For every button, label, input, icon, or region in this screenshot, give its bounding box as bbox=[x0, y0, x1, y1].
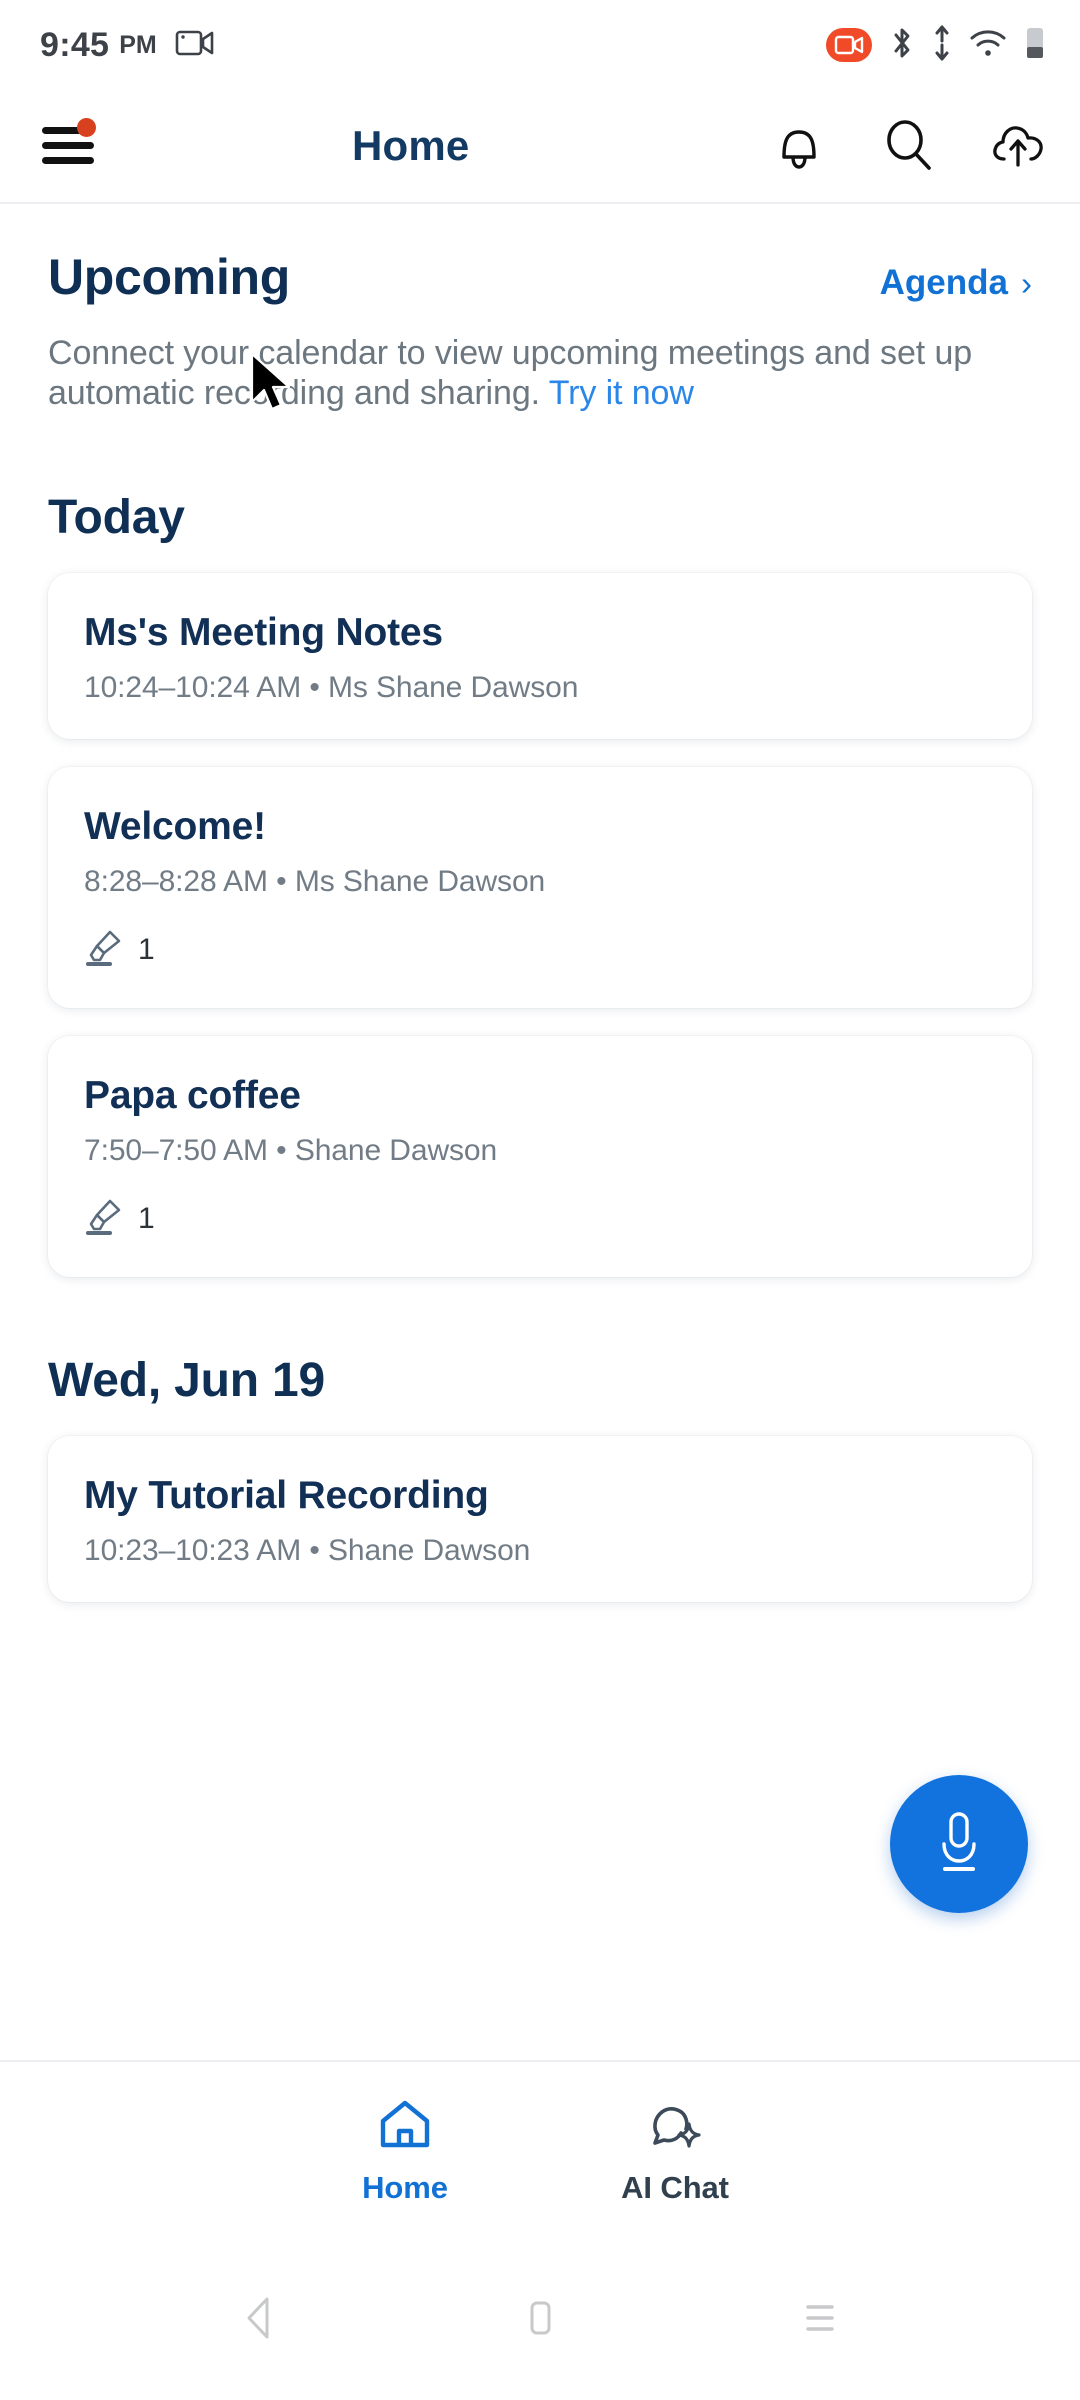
battery-icon bbox=[1024, 25, 1046, 66]
app-bar: Home bbox=[0, 90, 1080, 202]
card-subtitle: 10:24–10:24 AM • Ms Shane Dawson bbox=[84, 670, 579, 704]
section-heading-date: Wed, Jun 19 bbox=[48, 1353, 325, 1407]
microphone-icon bbox=[928, 1806, 990, 1883]
data-transfer-icon bbox=[932, 25, 952, 66]
record-fab-button[interactable] bbox=[890, 1775, 1028, 1913]
wifi-icon bbox=[969, 28, 1007, 63]
bluetooth-icon bbox=[889, 25, 915, 66]
card-subtitle: 10:23–10:23 AM • Shane Dawson bbox=[84, 1533, 531, 1567]
status-ampm: PM bbox=[119, 30, 157, 59]
highlighter-icon bbox=[84, 1196, 124, 1243]
meeting-card[interactable]: Papa coffee 7:50–7:50 AM • Shane Dawson … bbox=[48, 1035, 1032, 1277]
meeting-card[interactable]: Ms's Meeting Notes 10:24–10:24 AM • Ms S… bbox=[48, 572, 1032, 739]
upcoming-blurb: Connect your calendar to view upcoming m… bbox=[48, 334, 1008, 414]
home-square-icon[interactable] bbox=[517, 2293, 563, 2348]
screen-record-badge-icon bbox=[826, 28, 872, 62]
card-subtitle: 8:28–8:28 AM • Ms Shane Dawson bbox=[84, 864, 546, 898]
bottom-navigation: Home AI Chat bbox=[0, 2060, 1080, 2240]
nav-label-home: Home bbox=[362, 2169, 448, 2205]
system-navigation-bar bbox=[0, 2240, 1080, 2400]
main-content: Upcoming Agenda › Connect your calendar … bbox=[0, 248, 1080, 1602]
page-title: Home bbox=[352, 122, 470, 169]
try-it-now-link[interactable]: Try it now bbox=[549, 374, 694, 412]
agenda-label: Agenda bbox=[879, 263, 1008, 302]
upcoming-header-row: Upcoming Agenda › bbox=[48, 248, 1032, 306]
back-triangle-icon[interactable] bbox=[237, 2293, 283, 2348]
card-title: Ms's Meeting Notes bbox=[84, 610, 443, 654]
highlight-count: 1 bbox=[138, 933, 155, 967]
app-bar-actions bbox=[768, 115, 1050, 177]
highlight-count: 1 bbox=[138, 1202, 155, 1236]
home-icon bbox=[375, 2097, 435, 2158]
video-camera-icon bbox=[175, 27, 215, 64]
blurb-text: Connect your calendar to view upcoming m… bbox=[48, 334, 973, 412]
cloud-upload-icon[interactable] bbox=[988, 115, 1050, 177]
card-title: Welcome! bbox=[84, 804, 266, 848]
search-icon[interactable] bbox=[878, 115, 940, 177]
nav-label-ai-chat: AI Chat bbox=[621, 2169, 729, 2205]
meeting-card[interactable]: My Tutorial Recording 10:23–10:23 AM • S… bbox=[48, 1435, 1032, 1602]
status-bar-left: 9:45 PM bbox=[40, 26, 215, 65]
card-highlight-meta: 1 bbox=[84, 1196, 996, 1243]
hamburger-menu-icon[interactable] bbox=[42, 118, 98, 168]
card-subtitle: 7:50–7:50 AM • Shane Dawson bbox=[84, 1133, 498, 1167]
section-heading-today: Today bbox=[48, 490, 185, 544]
recents-lines-icon[interactable] bbox=[797, 2293, 843, 2348]
chevron-right-icon: › bbox=[1021, 264, 1032, 302]
phone-screen: 9:45 PM Home Upcoming Agenda › Connect y… bbox=[0, 0, 1080, 2400]
highlighter-icon bbox=[84, 927, 124, 974]
nav-item-home[interactable]: Home bbox=[270, 2097, 540, 2206]
app-bar-divider bbox=[0, 202, 1080, 204]
bell-icon[interactable] bbox=[768, 115, 830, 177]
nav-item-ai-chat[interactable]: AI Chat bbox=[540, 2097, 810, 2206]
ai-chat-bubble-icon bbox=[645, 2097, 705, 2158]
card-title: My Tutorial Recording bbox=[84, 1473, 489, 1517]
card-title: Papa coffee bbox=[84, 1073, 301, 1117]
notification-dot bbox=[77, 118, 96, 137]
status-bar: 9:45 PM bbox=[0, 0, 1080, 90]
upcoming-heading: Upcoming bbox=[48, 249, 291, 305]
agenda-link[interactable]: Agenda › bbox=[880, 263, 1032, 303]
meeting-card[interactable]: Welcome! 8:28–8:28 AM • Ms Shane Dawson … bbox=[48, 766, 1032, 1008]
status-time: 9:45 bbox=[40, 25, 110, 64]
status-bar-right bbox=[826, 25, 1046, 66]
card-highlight-meta: 1 bbox=[84, 927, 996, 974]
